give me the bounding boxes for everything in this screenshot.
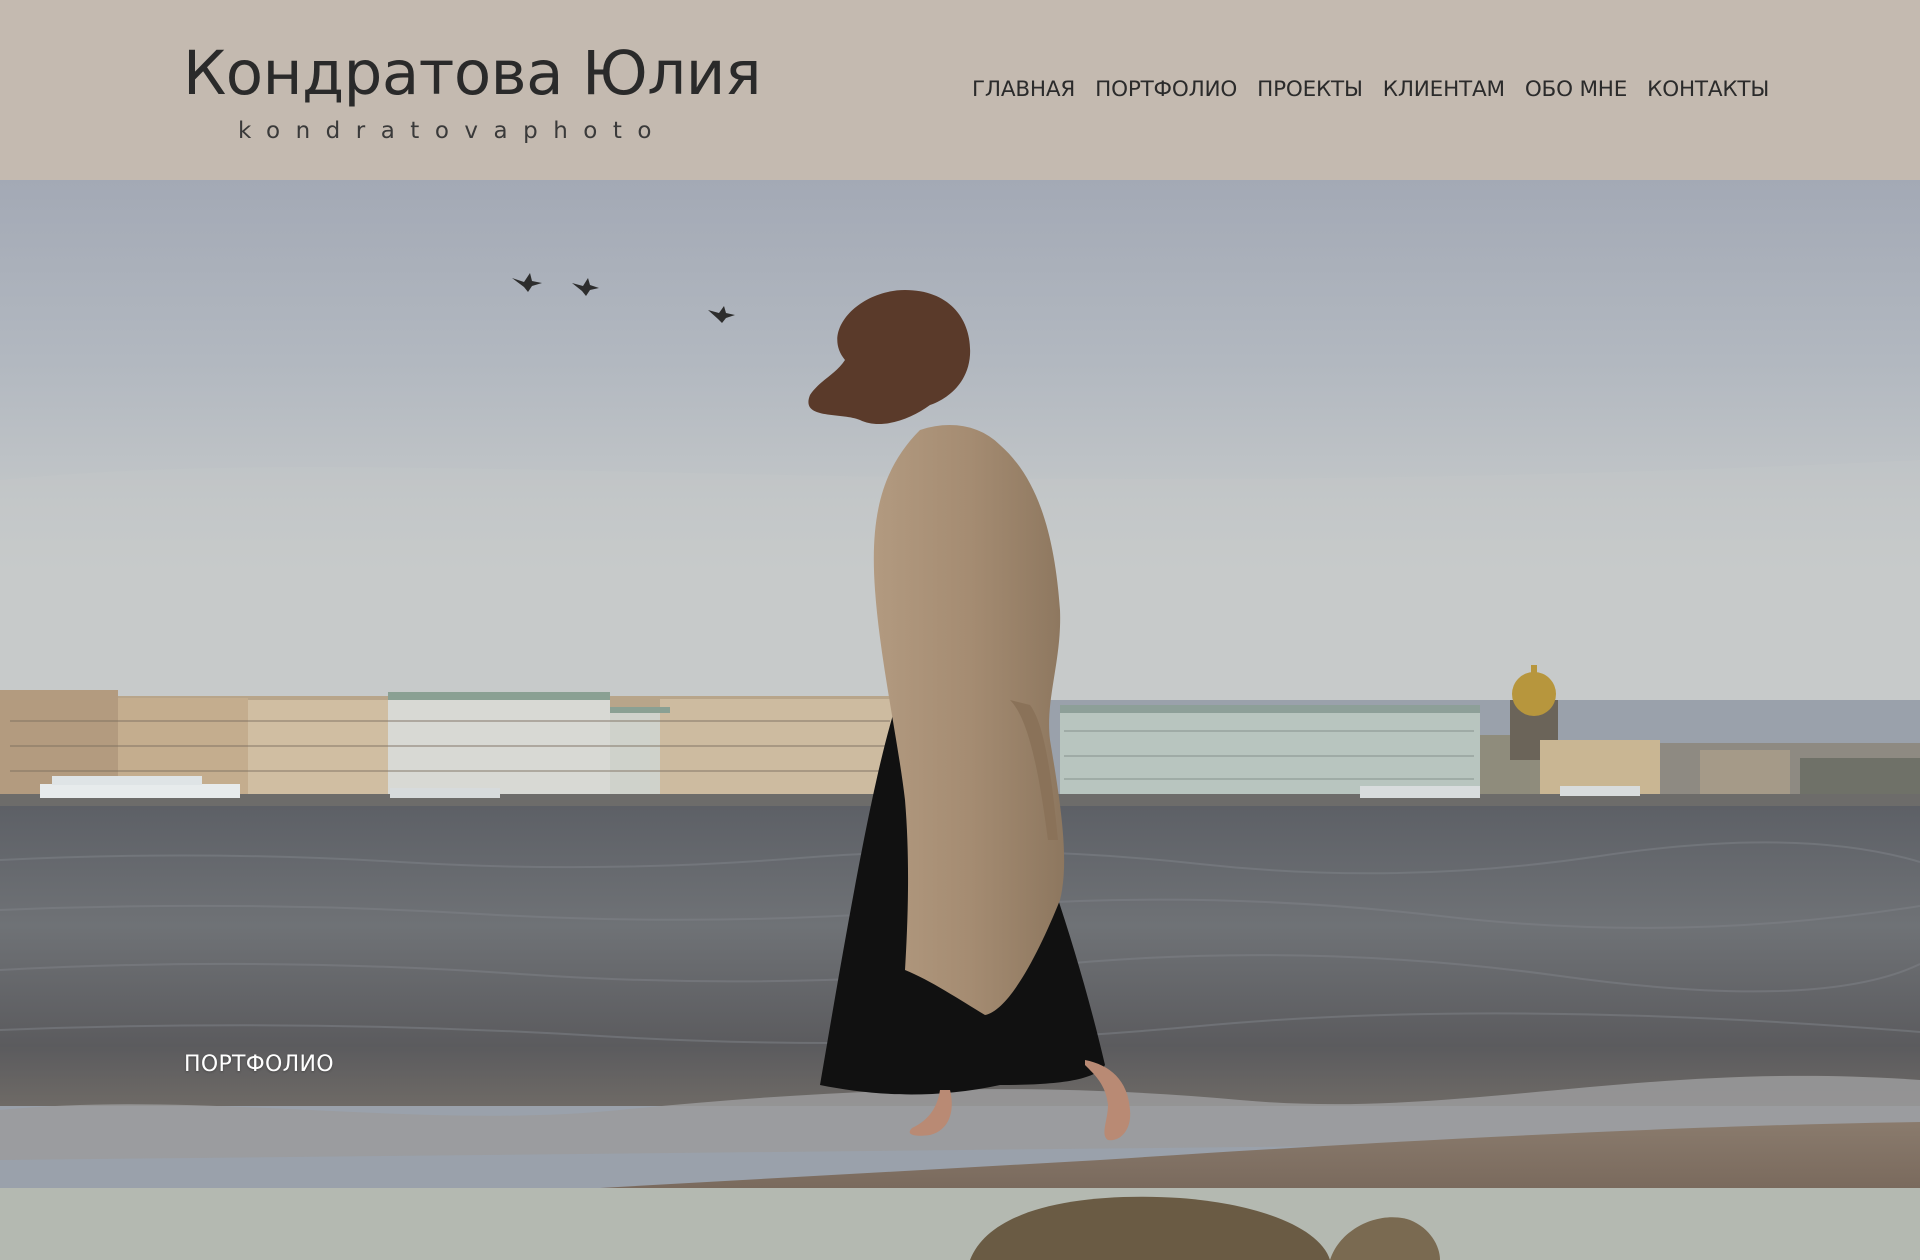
next-photo (0, 1188, 1920, 1260)
next-photo-preview[interactable] (0, 1188, 1920, 1260)
site-header: Кондратова Юлия kondratovaphoto ГЛАВНАЯ … (0, 0, 1920, 180)
nav-item-projects[interactable]: ПРОЕКТЫ (1257, 77, 1363, 102)
site-subtitle: kondratovaphoto (238, 118, 667, 144)
nav-item-portfolio[interactable]: ПОРТФОЛИО (1095, 77, 1237, 102)
nav-item-home[interactable]: ГЛАВНАЯ (972, 77, 1075, 102)
site-title: Кондратова Юлия (183, 38, 762, 109)
nav-item-about[interactable]: ОБО МНЕ (1525, 77, 1628, 102)
main-nav: ГЛАВНАЯ ПОРТФОЛИО ПРОЕКТЫ КЛИЕНТАМ ОБО М… (972, 71, 1769, 107)
nav-item-contacts[interactable]: КОНТАКТЫ (1647, 77, 1769, 102)
hero-caption[interactable]: ПОРТФОЛИО (184, 1052, 334, 1077)
hero-photo (0, 180, 1920, 1188)
nav-item-clients[interactable]: КЛИЕНТАМ (1383, 77, 1505, 102)
hero-photo-banner[interactable]: ПОРТФОЛИО (0, 180, 1920, 1188)
site-logo[interactable]: Кондратова Юлия kondratovaphoto (183, 34, 762, 144)
